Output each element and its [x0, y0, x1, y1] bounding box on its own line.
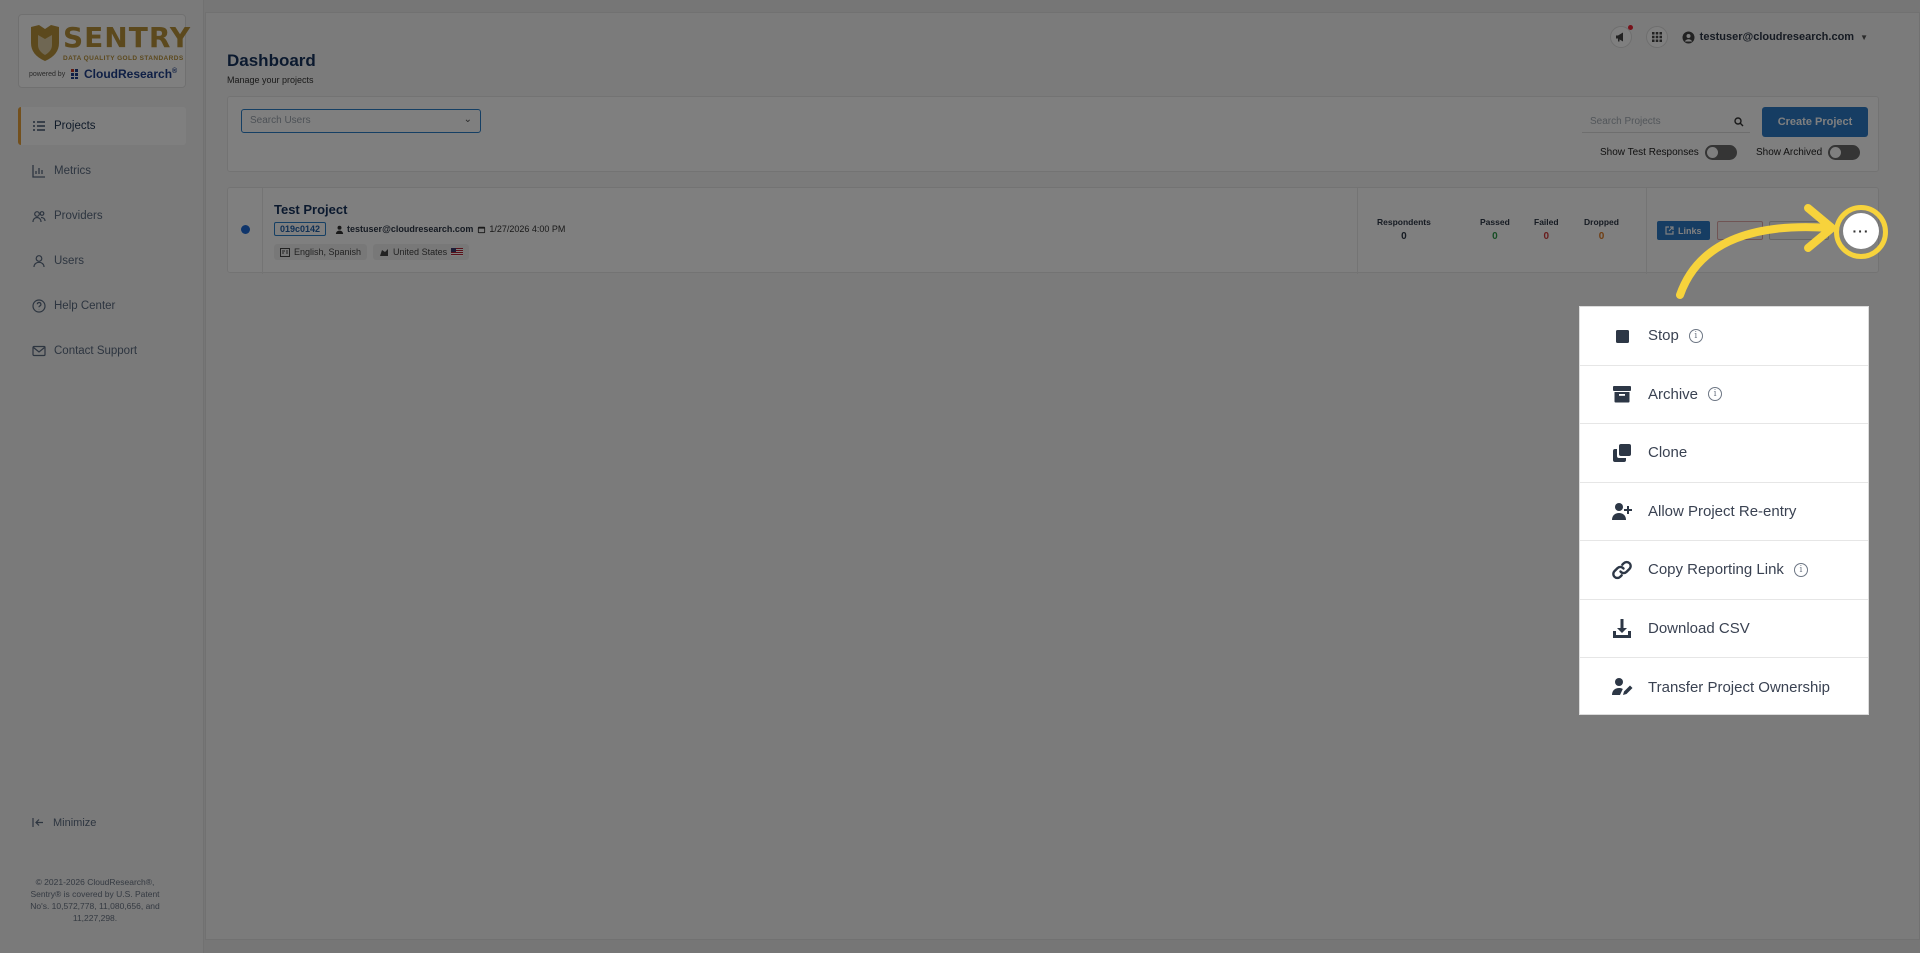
user-edit-icon [1610, 676, 1634, 698]
download-icon [1610, 617, 1634, 639]
menu-item-label: Download CSV [1648, 619, 1750, 637]
user-plus-icon [1610, 500, 1634, 522]
info-icon[interactable]: i [1793, 562, 1808, 577]
menu-item-copy-reporting-link[interactable]: Copy Reporting Link i [1580, 541, 1868, 600]
highlight-ring [1834, 205, 1888, 259]
clone-icon [1610, 442, 1634, 464]
menu-item-label: Copy Reporting Link [1648, 561, 1784, 579]
link-icon [1610, 559, 1634, 581]
menu-item-label: Stop [1648, 327, 1679, 345]
menu-item-stop[interactable]: Stop i [1580, 307, 1868, 366]
menu-item-clone[interactable]: Clone [1580, 424, 1868, 483]
menu-item-label: Allow Project Re-entry [1648, 502, 1797, 520]
menu-item-label: Archive [1648, 385, 1699, 403]
stop-icon [1610, 325, 1634, 347]
menu-item-archive[interactable]: Archive i [1580, 366, 1868, 424]
project-actions-menu: Stop i Archive i Clone Allow Project Re-… [1579, 306, 1869, 715]
menu-item-download-csv[interactable]: Download CSV [1580, 600, 1868, 658]
info-icon[interactable]: i [1688, 328, 1703, 343]
menu-item-label: Transfer Project Ownership [1648, 678, 1831, 696]
menu-item-transfer-ownership[interactable]: Transfer Project Ownership [1580, 658, 1868, 717]
menu-item-allow-reentry[interactable]: Allow Project Re-entry [1580, 483, 1868, 541]
info-icon[interactable]: i [1708, 387, 1723, 402]
menu-item-label: Clone [1648, 444, 1688, 462]
archive-icon [1610, 383, 1634, 405]
annotation-arrow-icon [1676, 204, 1836, 299]
